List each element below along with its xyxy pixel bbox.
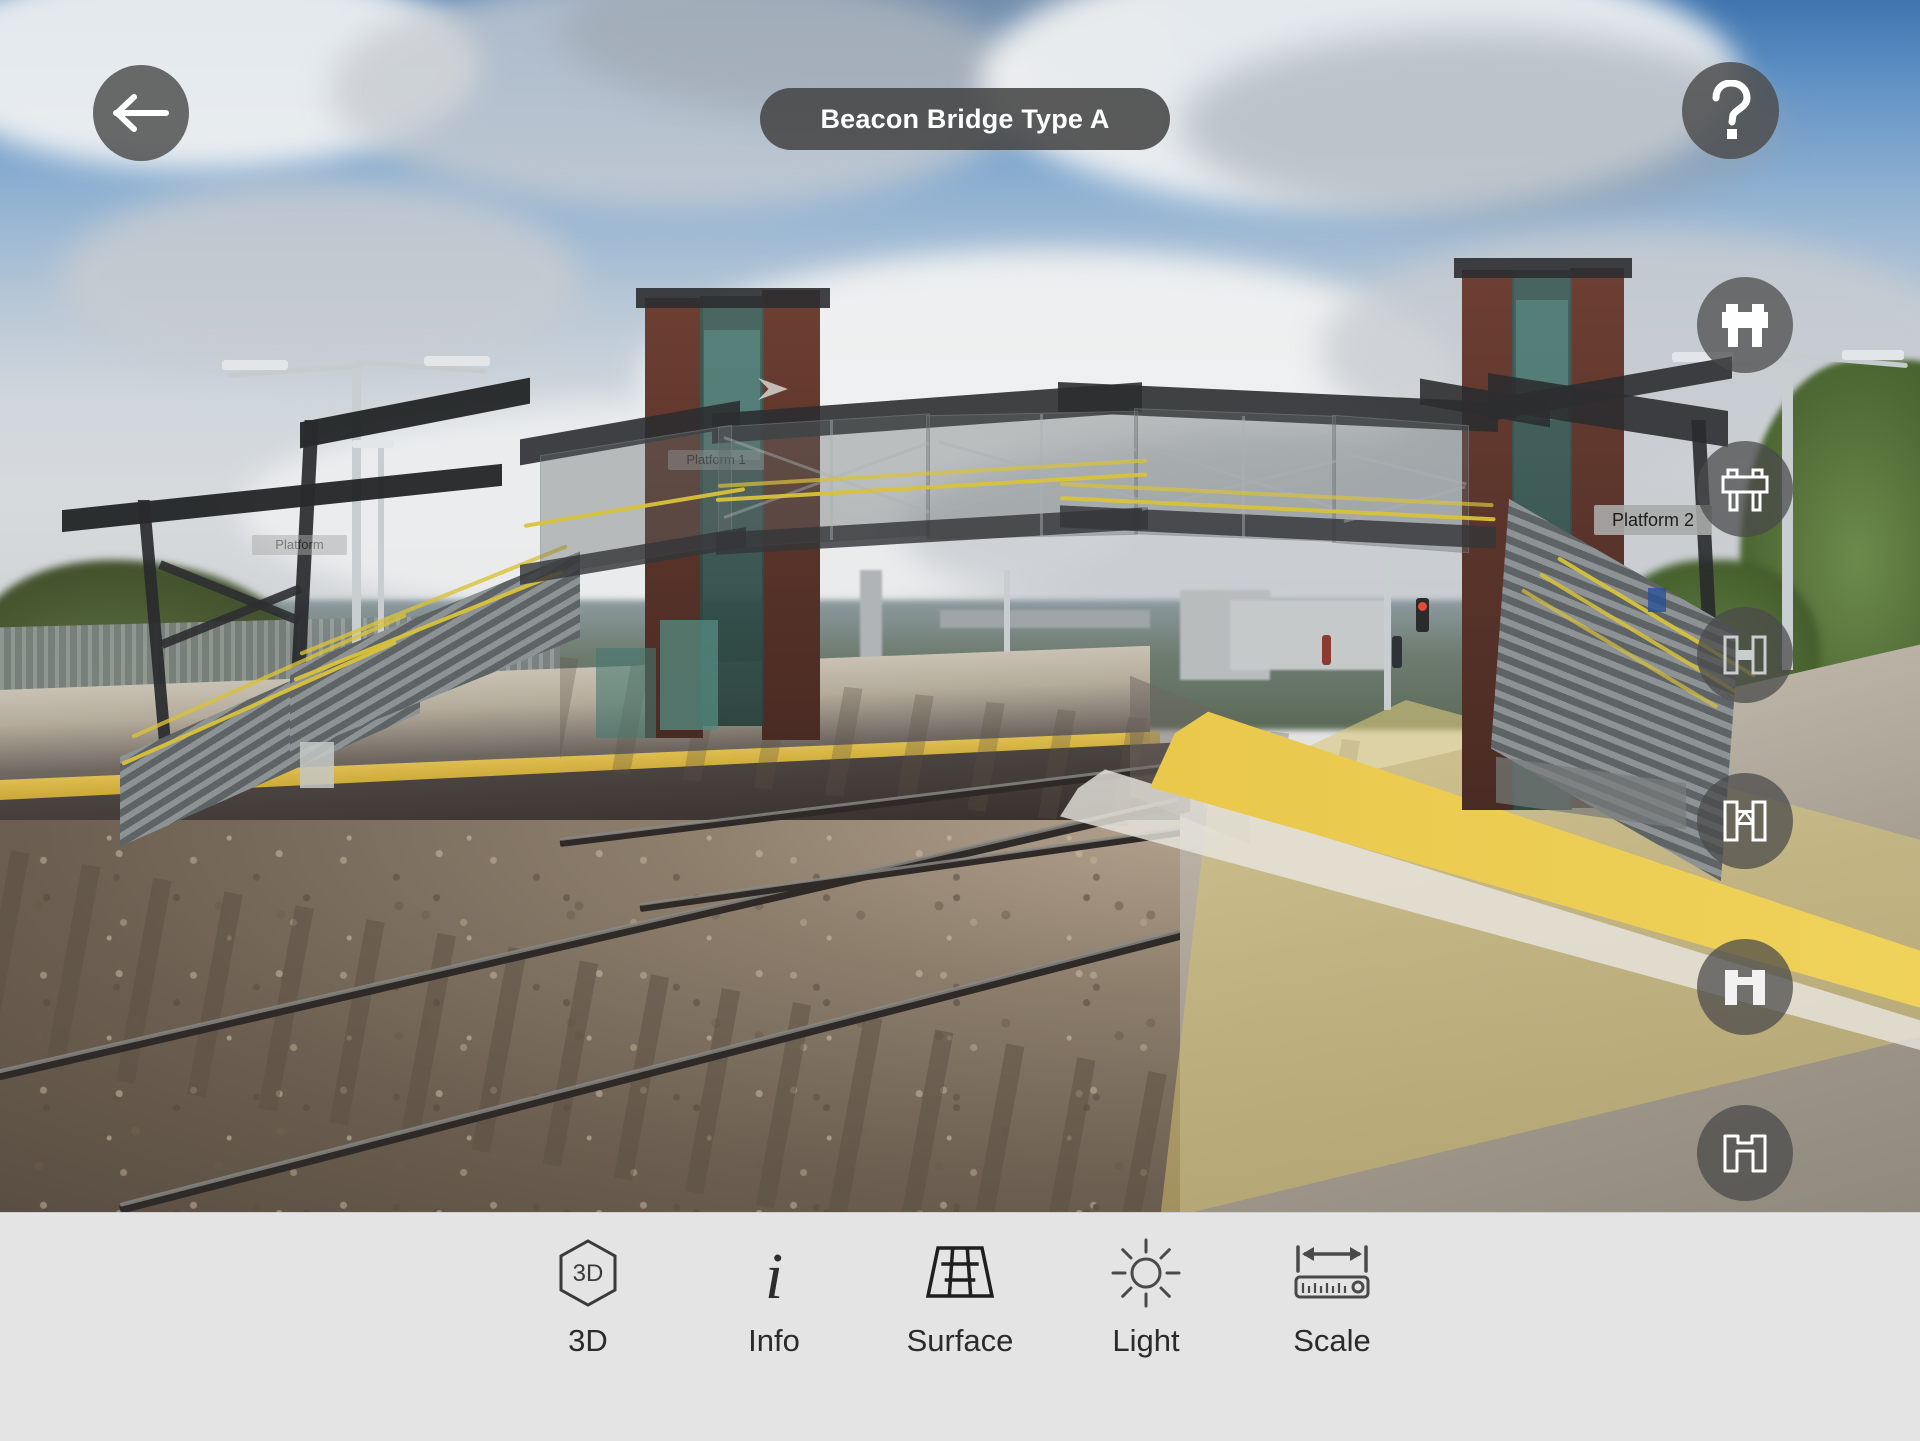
bridge-variant-rail bbox=[1697, 277, 1795, 1201]
hexagon-3d-icon: 3D bbox=[557, 1237, 619, 1309]
signal-red-light bbox=[1418, 602, 1427, 611]
toolbar-item-info[interactable]: i Info bbox=[681, 1213, 867, 1359]
arrow-left-icon bbox=[113, 94, 169, 132]
person bbox=[1392, 636, 1402, 668]
camera-viewport[interactable]: Platform Platform 1 Platform 2 bbox=[0, 0, 1920, 1212]
toolbar-item-light[interactable]: Light bbox=[1053, 1213, 1239, 1359]
svg-text:i: i bbox=[765, 1240, 783, 1308]
toolbar-item-3d[interactable]: 3D 3D bbox=[495, 1213, 681, 1359]
portal-arch-outline-icon bbox=[1723, 1134, 1767, 1173]
perspective-grid-icon bbox=[924, 1237, 996, 1309]
h-beam-filled-icon bbox=[1723, 635, 1767, 675]
variant-portal-bridge-solid-button[interactable] bbox=[1697, 939, 1793, 1035]
person bbox=[1322, 635, 1331, 665]
question-mark-icon bbox=[1712, 79, 1750, 139]
distant-building bbox=[1230, 600, 1390, 670]
svg-text:3D: 3D bbox=[573, 1260, 604, 1287]
toolbar-label-scale: Scale bbox=[1293, 1323, 1371, 1358]
lamp-head bbox=[352, 440, 394, 448]
truss-post bbox=[1242, 416, 1245, 538]
variant-beam-bridge-solid-button[interactable] bbox=[1697, 607, 1793, 703]
wayfinding-sign-icon bbox=[1648, 588, 1666, 612]
lamp-head bbox=[222, 360, 288, 370]
toolbar-label-info: Info bbox=[748, 1323, 800, 1358]
info-italic-i-icon: i bbox=[751, 1237, 797, 1309]
lamp-head bbox=[1842, 350, 1904, 360]
cloud bbox=[60, 180, 580, 380]
variant-deck-bridge-outline-button[interactable] bbox=[1697, 441, 1793, 537]
h-beam-truss-icon bbox=[1723, 800, 1767, 842]
variant-portal-bridge-outline-button[interactable] bbox=[1697, 1105, 1793, 1201]
page-title: Beacon Bridge Type A bbox=[820, 103, 1110, 134]
toolbar-label-light: Light bbox=[1112, 1323, 1180, 1358]
toolbar-item-surface[interactable]: Surface bbox=[867, 1213, 1053, 1359]
model-sign-platform-2: Platform 2 bbox=[1594, 505, 1712, 535]
toolbar-item-scale[interactable]: Scale bbox=[1239, 1213, 1425, 1359]
lamp-post bbox=[1384, 560, 1391, 710]
ruler-arrow-icon bbox=[1290, 1237, 1374, 1309]
model-sign-platform-left: Platform bbox=[252, 535, 347, 555]
sun-icon bbox=[1109, 1237, 1183, 1309]
bridge-deck-outline-icon bbox=[1721, 468, 1769, 512]
back-button[interactable] bbox=[93, 65, 189, 161]
lamp-head bbox=[424, 356, 490, 366]
toolbar-label-3d: 3D bbox=[568, 1323, 608, 1358]
tower-left-door bbox=[660, 620, 718, 730]
truss-post bbox=[1040, 414, 1043, 536]
bridge-deck-filled-icon bbox=[1722, 304, 1768, 347]
stair-left-base bbox=[300, 742, 334, 788]
bottom-toolbar: 3D 3D i Info Surface Light Scale bbox=[0, 1212, 1920, 1441]
variant-beam-bridge-truss-button[interactable] bbox=[1697, 773, 1793, 869]
tower-left-cap bbox=[636, 288, 830, 308]
help-button[interactable] bbox=[1682, 62, 1779, 159]
tower-left-door bbox=[596, 648, 656, 738]
model-title-pill: Beacon Bridge Type A bbox=[760, 88, 1170, 150]
tower-right-cap bbox=[1454, 258, 1632, 278]
variant-deck-bridge-solid-button[interactable] bbox=[1697, 277, 1793, 373]
ar-model-viewer-screen: Platform Platform 1 Platform 2 Beacon Br… bbox=[0, 0, 1920, 1441]
distant-bridge bbox=[940, 610, 1150, 628]
lamp-post bbox=[378, 445, 384, 635]
toolbar-label-surface: Surface bbox=[906, 1323, 1014, 1358]
portal-arch-filled-icon bbox=[1725, 970, 1765, 1005]
